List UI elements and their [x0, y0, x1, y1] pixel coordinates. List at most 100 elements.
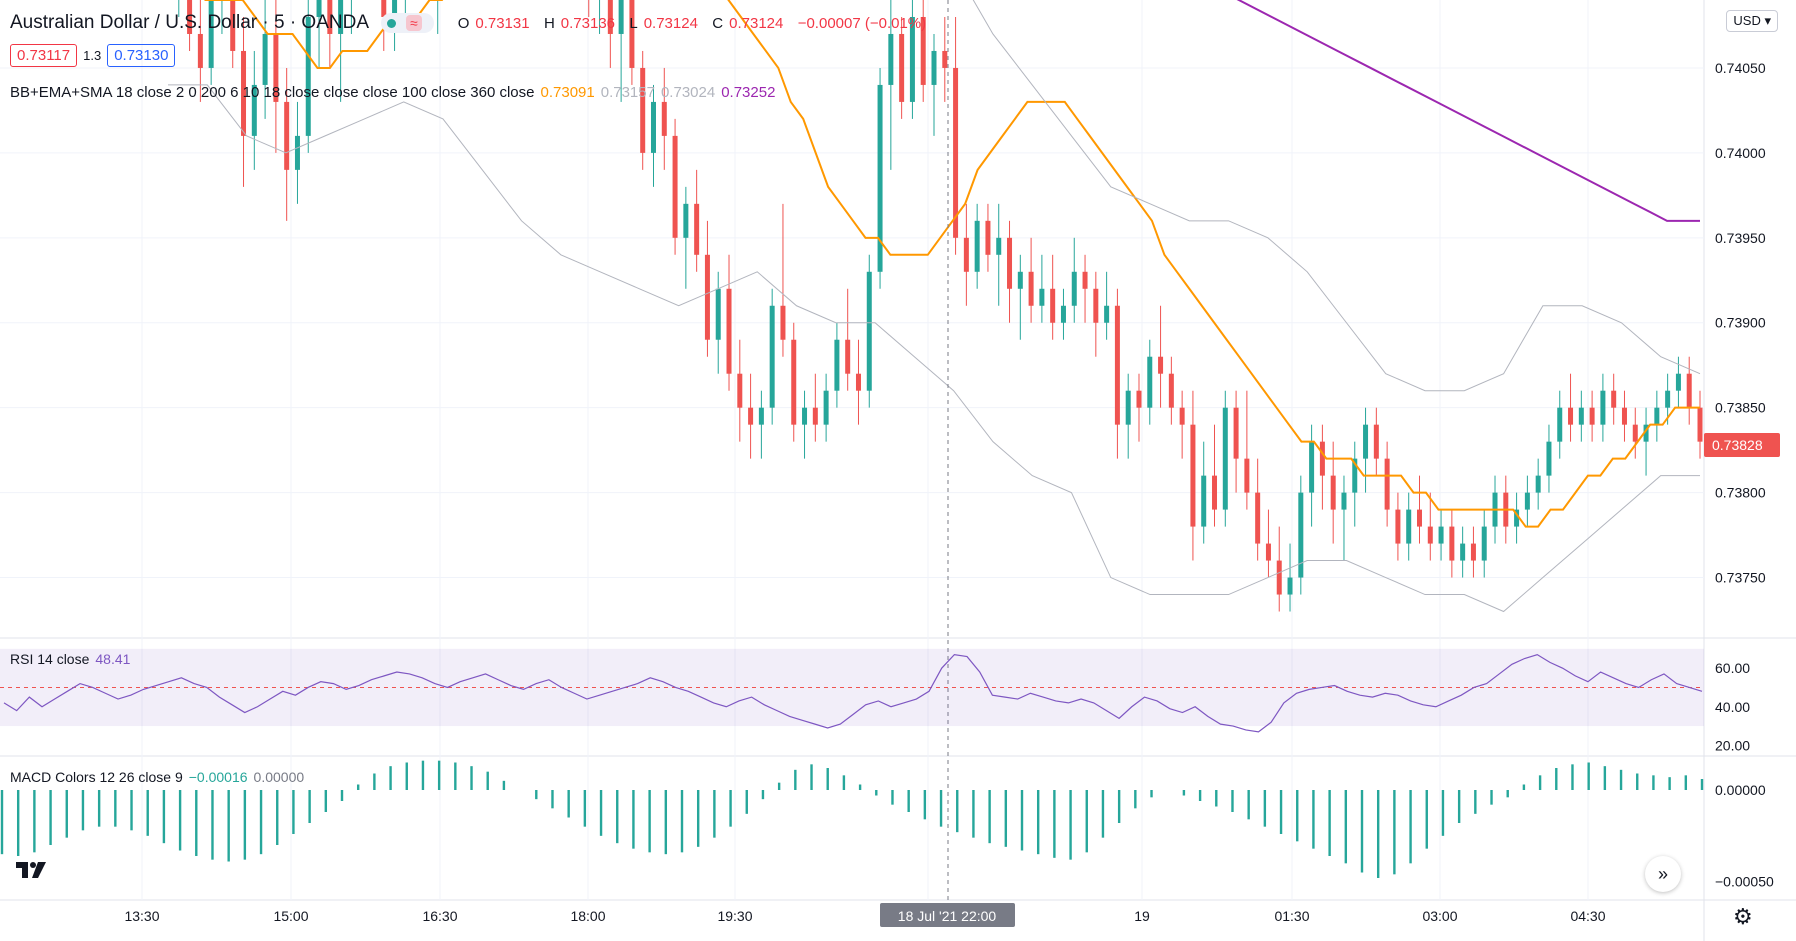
macd-histogram-bar: [599, 790, 603, 836]
candle-body: [823, 390, 829, 425]
settings-gear-icon[interactable]: ⚙: [1733, 904, 1753, 930]
macd-histogram-bar: [1312, 790, 1315, 849]
rsi-legend[interactable]: RSI 14 close 48.41: [10, 651, 136, 667]
x-tick-label: 19: [1134, 908, 1150, 924]
candle-body: [1007, 237, 1013, 289]
macd-histogram-bar: [745, 790, 748, 814]
candle-body: [197, 33, 203, 68]
macd-histogram-bar: [49, 790, 52, 845]
candle-body: [1406, 509, 1412, 544]
macd-histogram-bar: [146, 790, 149, 836]
candle-body: [769, 305, 775, 408]
macd-histogram-bar: [1441, 790, 1445, 836]
macd-histogram-bar: [292, 790, 295, 834]
candle-body: [694, 203, 700, 255]
bollinger-lower-band: [168, 84, 1700, 613]
candle-body: [1384, 458, 1390, 510]
ema-value: 0.73091: [540, 84, 595, 101]
y-tick-label: 0.74000: [1715, 145, 1766, 161]
candle-body: [1578, 407, 1584, 425]
macd-histogram-bar: [1085, 790, 1088, 853]
candle-body: [996, 237, 1002, 255]
candle-body: [1255, 492, 1261, 544]
macd-histogram-bar: [1619, 769, 1623, 790]
macd-histogram-bar: [1036, 790, 1040, 855]
macd-histogram-bar: [356, 784, 360, 790]
candle-body: [1050, 288, 1056, 323]
tradingview-logo-icon[interactable]: [16, 860, 50, 880]
macd-histogram-bar: [1506, 790, 1509, 798]
bb-legend[interactable]: BB+EMA+SMA 18 close 2 0 200 6 10 18 clos…: [10, 84, 781, 101]
x-tick-label: 01:30: [1274, 908, 1309, 924]
macd-histogram-bar: [1004, 790, 1008, 847]
candle-body: [1039, 288, 1045, 306]
chevron-down-icon: ▾: [1764, 13, 1771, 28]
macd-histogram-bar: [777, 782, 781, 790]
symbol-title[interactable]: Australian Dollar / U.S. Dollar · 5 · OA…: [10, 12, 369, 34]
candle-body: [1632, 424, 1638, 442]
macd-histogram-bar: [502, 780, 506, 790]
macd-histogram-bar: [211, 790, 214, 860]
candle-body: [1341, 492, 1347, 510]
macd-histogram-bar: [858, 784, 862, 790]
scroll-to-realtime-button[interactable]: »: [1645, 856, 1681, 892]
buy-button[interactable]: 0.73130: [107, 44, 176, 67]
macd-histogram-bar: [1215, 790, 1218, 807]
macd-histogram-bar: [178, 790, 182, 851]
sma-value: 0.73252: [721, 84, 776, 101]
candle-body: [1427, 526, 1433, 544]
macd-value: −0.00016: [188, 769, 248, 785]
candle-body: [1611, 390, 1617, 408]
macd-histogram-bar: [1474, 790, 1477, 814]
candle-body: [640, 67, 646, 153]
macd-histogram-bar: [1457, 790, 1461, 823]
bb-lower-value: 0.73024: [660, 84, 716, 101]
macd-histogram-bar: [486, 771, 489, 790]
macd-histogram-bar: [648, 790, 651, 853]
macd-histogram-bar: [713, 790, 716, 838]
macd-histogram-bar: [1376, 790, 1380, 878]
currency-selector[interactable]: USD ▾: [1726, 10, 1778, 32]
status-pill[interactable]: ≈: [381, 13, 434, 33]
macd-histogram-bar: [1134, 790, 1137, 809]
candle-body: [1675, 373, 1681, 391]
macd-histogram-bar: [632, 790, 635, 849]
sell-button[interactable]: 0.73117: [10, 44, 78, 67]
candle-body: [791, 339, 797, 425]
x-tick-label: 15:00: [273, 908, 308, 924]
candle-body: [726, 288, 732, 374]
macd-histogram-bar: [405, 762, 408, 790]
candle-body: [1017, 271, 1023, 289]
candle-body: [1071, 271, 1077, 306]
macd-histogram-bar: [276, 790, 279, 845]
candle-body: [650, 101, 656, 153]
macd-histogram-bar: [114, 790, 117, 827]
macd-legend[interactable]: MACD Colors 12 26 close 9 −0.00016 0.000…: [10, 769, 310, 785]
macd-histogram-bar: [891, 790, 894, 805]
chart-canvas[interactable]: 0.74050 0.74000 0.73950 0.73900 0.73850 0.738…: [0, 0, 1796, 941]
candle-body: [1654, 407, 1660, 425]
macd-histogram-bar: [1344, 790, 1348, 864]
macd-histogram-bar: [227, 790, 230, 862]
candle-body: [1125, 390, 1131, 425]
y-tick-label: 0.74050: [1715, 60, 1766, 76]
candle-body: [1470, 543, 1476, 561]
candle-body: [737, 373, 743, 408]
macd-histogram-bar: [1522, 784, 1526, 790]
market-open-dot-icon: [387, 18, 396, 28]
macd-histogram-bar: [1296, 790, 1299, 842]
candle-body: [953, 67, 959, 238]
macd-histogram-bar: [1393, 790, 1396, 875]
rsi-y-tick-label: 20.00: [1715, 737, 1750, 753]
macd-histogram-bar: [1571, 764, 1574, 790]
candle-body: [262, 33, 268, 85]
data-delay-icon: ≈: [406, 15, 422, 31]
sma-line: [1236, 0, 1700, 222]
macd-histogram-bar: [567, 790, 570, 818]
candle-body: [1416, 509, 1422, 527]
macd-histogram-bar: [988, 790, 991, 844]
macd-histogram-bar: [195, 790, 198, 856]
y-tick-label: 0.73800: [1715, 485, 1766, 501]
candle-body: [1276, 560, 1282, 595]
macd-histogram-bar: [583, 790, 587, 827]
